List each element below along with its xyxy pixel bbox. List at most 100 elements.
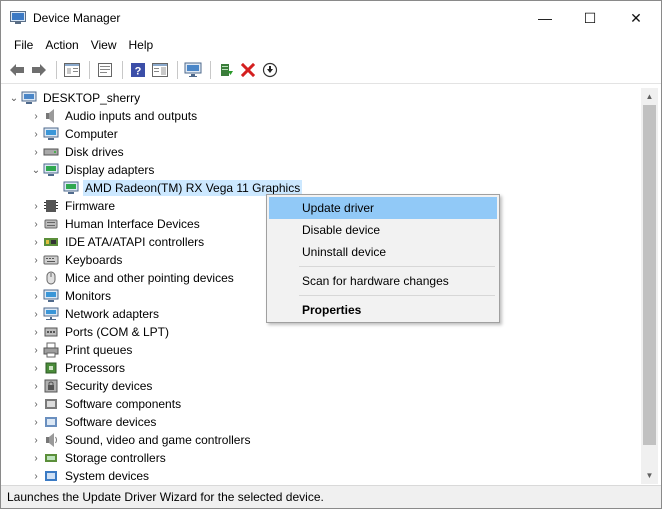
scan-hardware-menu-item[interactable]: Scan for hardware changes	[269, 270, 497, 292]
monitor-icon	[184, 62, 202, 77]
tree-category-security[interactable]: › Security devices	[29, 377, 154, 395]
tree-category-monitor[interactable]: › Monitors	[29, 287, 113, 305]
tree-category-ide[interactable]: › IDE ATA/ATAPI controllers	[29, 233, 206, 251]
tree-category-network[interactable]: › Network adapters	[29, 305, 161, 323]
forward-button[interactable]	[29, 60, 49, 80]
port-icon	[43, 324, 59, 340]
disable-device-menu-item[interactable]: Disable device	[269, 219, 497, 241]
expand-chevron-icon[interactable]: ›	[29, 145, 43, 159]
tree-category-software-device[interactable]: › Software devices	[29, 413, 158, 431]
toolbar-separator	[177, 61, 178, 79]
expand-chevron-icon[interactable]: ›	[29, 289, 43, 303]
minimize-icon: —	[538, 10, 552, 26]
action-pane-icon	[152, 63, 168, 77]
tree-category-display[interactable]: ⌄ Display adapters	[29, 161, 156, 179]
expand-chevron-icon[interactable]: ›	[29, 307, 43, 321]
collapse-chevron-icon[interactable]: ⌄	[7, 91, 21, 105]
uninstall-device-menu-item[interactable]: Uninstall device	[269, 241, 497, 263]
tree-category-firmware[interactable]: › Firmware	[29, 197, 117, 215]
update-driver-button[interactable]	[216, 60, 236, 80]
menu-view[interactable]: View	[85, 35, 123, 56]
device-manager-window: Device Manager — ☐ ✕ File Action View He…	[0, 0, 662, 509]
enable-device-button[interactable]	[260, 60, 280, 80]
help-icon: ?	[131, 63, 145, 78]
window-title: Device Manager	[33, 11, 121, 25]
scroll-up-arrow-icon[interactable]: ▲	[641, 88, 658, 105]
toolbar: ?	[1, 57, 661, 84]
tree-root[interactable]: ⌄ DESKTOP_sherry	[7, 89, 142, 107]
expand-chevron-icon[interactable]: ›	[29, 379, 43, 393]
console-tree-icon	[64, 63, 80, 77]
firmware-icon	[43, 198, 59, 214]
expand-chevron-icon[interactable]: ›	[29, 469, 43, 483]
tree-category-storage[interactable]: › Storage controllers	[29, 449, 168, 467]
properties-menu-item[interactable]: Properties	[269, 299, 497, 321]
tree-category-mouse[interactable]: › Mice and other pointing devices	[29, 269, 236, 287]
expand-chevron-icon[interactable]: ›	[29, 109, 43, 123]
download-icon	[262, 62, 278, 78]
expand-chevron-icon[interactable]: ›	[29, 325, 43, 339]
vertical-scrollbar[interactable]: ▲ ▼	[641, 88, 658, 484]
scroll-down-arrow-icon[interactable]: ▼	[641, 467, 658, 484]
display-icon	[43, 162, 59, 178]
expand-chevron-icon[interactable]: ›	[29, 253, 43, 267]
context-menu: Update driver Disable device Uninstall d…	[266, 194, 500, 323]
processor-icon	[43, 360, 59, 376]
expand-chevron-icon[interactable]: ›	[29, 217, 43, 231]
tree-category-computer[interactable]: › Computer	[29, 125, 120, 143]
back-icon	[10, 64, 24, 76]
tree-category-keyboard[interactable]: › Keyboards	[29, 251, 124, 269]
menu-file[interactable]: File	[8, 35, 39, 56]
collapse-chevron-icon[interactable]: ⌄	[29, 163, 43, 177]
expand-chevron-icon[interactable]: ›	[29, 451, 43, 465]
tree-category-port[interactable]: › Ports (COM & LPT)	[29, 323, 171, 341]
console-tree-button[interactable]	[62, 60, 82, 80]
tree-category-processor[interactable]: › Processors	[29, 359, 127, 377]
maximize-button[interactable]: ☐	[567, 1, 613, 35]
update-driver-icon	[221, 64, 233, 76]
tree-category-system[interactable]: › System devices	[29, 467, 151, 484]
properties-page-button[interactable]	[95, 60, 115, 80]
update-driver-menu-item[interactable]: Update driver	[269, 197, 497, 219]
tree-item-label: Audio inputs and outputs	[65, 109, 198, 123]
expand-chevron-icon[interactable]: ›	[29, 397, 43, 411]
scrollbar-thumb[interactable]	[643, 105, 656, 445]
expand-chevron-icon[interactable]: ›	[29, 361, 43, 375]
menu-action[interactable]: Action	[39, 35, 84, 56]
tree-category-printer[interactable]: › Print queues	[29, 341, 134, 359]
toolbar-separator	[56, 61, 57, 79]
network-icon	[43, 306, 59, 322]
expand-chevron-icon[interactable]: ›	[29, 415, 43, 429]
uninstall-button[interactable]	[238, 60, 258, 80]
uninstall-icon	[241, 63, 255, 77]
tree-item-label: Software components	[65, 397, 182, 411]
security-icon	[43, 378, 59, 394]
expand-chevron-icon[interactable]: ›	[29, 343, 43, 357]
tree-category-hid[interactable]: › Human Interface Devices	[29, 215, 202, 233]
tree-device-item[interactable]: AMD Radeon(TM) RX Vega 11 Graphics	[49, 179, 303, 197]
menu-separator	[299, 295, 495, 296]
tree-category-software-component[interactable]: › Software components	[29, 395, 183, 413]
software-device-icon	[43, 414, 59, 430]
action-pane-button[interactable]	[150, 60, 170, 80]
tree-category-sound[interactable]: › Sound, video and game controllers	[29, 431, 252, 449]
close-button[interactable]: ✕	[613, 1, 659, 35]
expand-chevron-icon[interactable]: ›	[29, 433, 43, 447]
system-icon	[43, 468, 59, 484]
menu-help[interactable]: Help	[123, 35, 160, 56]
scan-hardware-button[interactable]	[183, 60, 203, 80]
minimize-button[interactable]: —	[522, 1, 568, 35]
computer-root-icon	[21, 90, 37, 106]
display-adapter-icon	[63, 180, 79, 196]
tree-category-disk[interactable]: › Disk drives	[29, 143, 126, 161]
help-button[interactable]: ?	[128, 60, 148, 80]
tree-item-label: Storage controllers	[65, 451, 166, 465]
forward-icon	[32, 64, 46, 76]
expand-chevron-icon[interactable]: ›	[29, 235, 43, 249]
tree-category-speaker[interactable]: › Audio inputs and outputs	[29, 107, 199, 125]
expand-chevron-icon[interactable]: ›	[29, 271, 43, 285]
expand-chevron-icon[interactable]: ›	[29, 199, 43, 213]
expand-chevron-icon[interactable]: ›	[29, 127, 43, 141]
back-button[interactable]	[7, 60, 27, 80]
tree-item-label: Firmware	[65, 199, 115, 213]
